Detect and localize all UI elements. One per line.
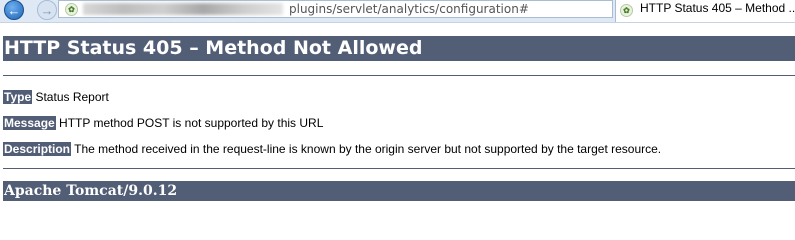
page-content: HTTP Status 405 – Method Not Allowed Typ…	[3, 36, 795, 201]
message-label: Message	[3, 116, 56, 130]
message-value: HTTP method POST is not supported by thi…	[59, 116, 324, 130]
description-value: The method received in the request-line …	[74, 142, 662, 156]
tab-title: HTTP Status 405 – Method ...	[640, 1, 795, 15]
forward-button[interactable]: →	[37, 0, 57, 20]
url-text[interactable]: plugins/servlet/analytics/configuration#	[289, 1, 529, 17]
page-title: HTTP Status 405 – Method Not Allowed	[3, 36, 795, 61]
divider	[3, 168, 795, 169]
back-button[interactable]: ←	[4, 0, 24, 20]
tab-favicon-icon: ✿	[620, 4, 633, 17]
type-value: Status Report	[35, 90, 109, 104]
site-favicon-icon: ✿	[65, 3, 78, 16]
server-footer: Apache Tomcat/9.0.12	[3, 181, 795, 201]
message-row: Message HTTP method POST is not supporte…	[3, 116, 323, 131]
browser-chrome: ← → ✿ plugins/servlet/analytics/configur…	[0, 0, 795, 23]
address-bar[interactable]: ✿ plugins/servlet/analytics/configuratio…	[58, 0, 662, 18]
description-row: Description The method received in the r…	[3, 142, 661, 157]
back-arrow-icon: ←	[7, 2, 21, 18]
type-row: Type Status Report	[3, 90, 109, 105]
blurred-hostname	[83, 3, 283, 15]
forward-arrow-icon: →	[40, 2, 54, 18]
type-label: Type	[3, 90, 33, 104]
browser-tab[interactable]: ✿ HTTP Status 405 – Method ...	[615, 0, 795, 22]
description-label: Description	[3, 142, 72, 156]
divider	[3, 75, 795, 76]
